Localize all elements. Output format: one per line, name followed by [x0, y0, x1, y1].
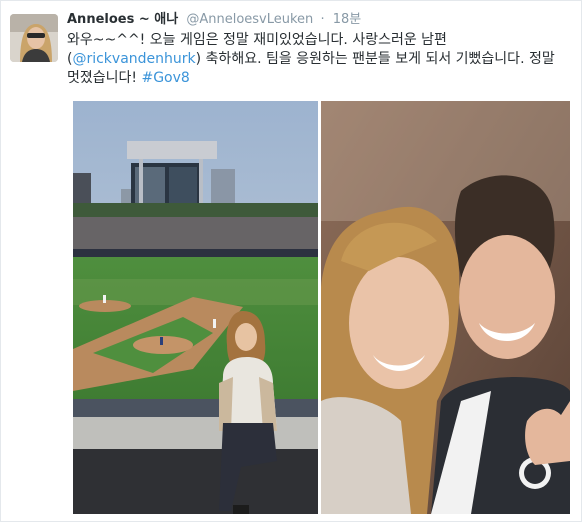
tweet-card: Anneloes ~ 애나 @AnneloesvLeuken · 18분 와우~… [0, 0, 582, 522]
tweet-header: Anneloes ~ 애나 @AnneloesvLeuken · 18분 [67, 11, 361, 29]
tweet-text-line2: ) 축하해요. 팀을 응원하는 팬분들 보게 되서 기뻤습니다. 정말 [195, 51, 555, 67]
tweet-text-line1: 와우~~^^! 오늘 게임은 정말 재미있었습니다. 사랑스러운 남편 [67, 32, 447, 48]
tweet-text-line3: 멋졌습니다! [67, 70, 138, 86]
stadium-photo-image [73, 101, 318, 514]
selfie-photo-image [321, 101, 570, 514]
photo-selfie[interactable] [321, 101, 570, 514]
tweet-text: 와우~~^^! 오늘 게임은 정말 재미있었습니다. 사랑스러운 남편 (@ri… [67, 31, 573, 88]
photo-stadium[interactable] [73, 101, 318, 514]
timestamp[interactable]: 18분 [333, 12, 362, 27]
avatar-photo [10, 14, 58, 62]
hashtag-link[interactable]: #Gov8 [141, 70, 189, 86]
profile-avatar[interactable] [10, 14, 58, 62]
separator-dot: · [320, 12, 325, 27]
mention-link[interactable]: @rickvandenhurk [72, 51, 195, 67]
display-name[interactable]: Anneloes ~ 애나 [67, 12, 178, 27]
user-handle[interactable]: @AnneloesvLeuken [186, 12, 313, 27]
